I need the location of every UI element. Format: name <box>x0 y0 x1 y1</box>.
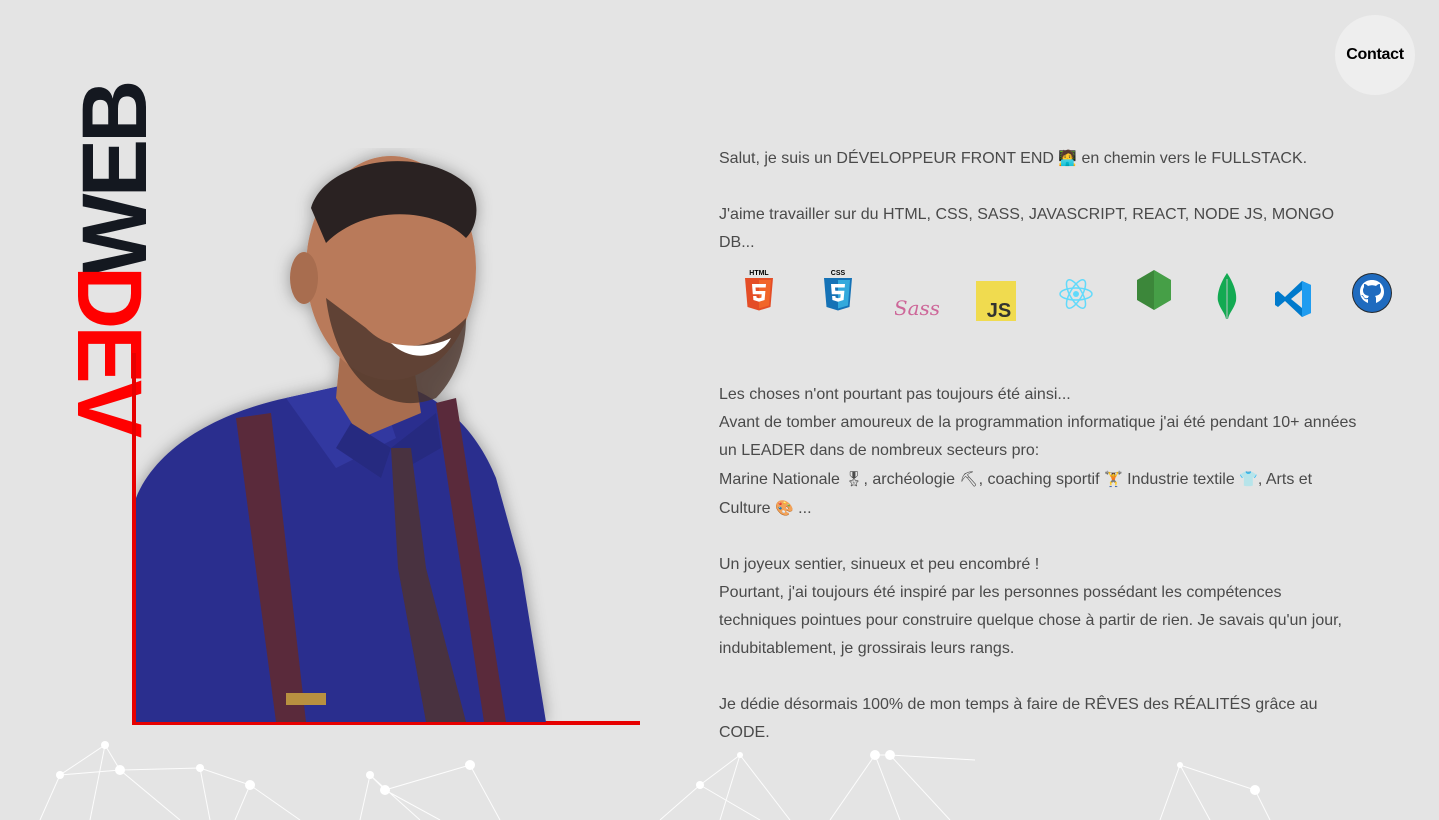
story-line-2: Avant de tomber amoureux de la programma… <box>719 414 1357 459</box>
html5-icon: HTML <box>743 269 775 311</box>
sector-coaching: , coaching sportif <box>978 471 1100 488</box>
tech-icons-row: HTML CSS Sass JS <box>719 263 1392 339</box>
sass-label: Sass <box>895 296 939 320</box>
about-text-block: Salut, je suis un DÉVELOPPEUR FRONT END … <box>719 144 1392 747</box>
medal-emoji-icon: 🎖 <box>844 470 864 488</box>
javascript-icon: JS <box>976 281 1016 321</box>
mongodb-icon <box>1215 273 1239 319</box>
developer-portrait <box>136 156 546 722</box>
intro-paragraph: Salut, je suis un DÉVELOPPEUR FRONT END … <box>719 144 1379 173</box>
shirt-emoji-icon: 👕 <box>1239 470 1258 488</box>
sass-icon: Sass <box>895 291 939 325</box>
path-line-1: Un joyeux sentier, sinueux et peu encomb… <box>719 556 1040 573</box>
intro-text-start: Salut, je suis un DÉVELOPPEUR FRONT END <box>719 150 1054 167</box>
intro-text-end: en chemin vers le FULLSTACK. <box>1081 150 1308 167</box>
developer-emoji-icon: 🧑‍💻 <box>1058 149 1078 167</box>
pick-emoji-icon: ⛏ <box>959 470 979 488</box>
sector-archeology: , archéologie <box>863 471 956 488</box>
html5-label: HTML <box>749 270 769 277</box>
palette-emoji-icon: 🎨 <box>775 499 794 517</box>
sector-marine: Marine Nationale <box>719 471 840 488</box>
stack-paragraph: J'aime travailler sur du HTML, CSS, SASS… <box>719 206 1335 251</box>
path-line-2: Pourtant, j'ai toujours été inspiré par … <box>719 584 1342 657</box>
closing-paragraph: Je dédie désormais 100% de mon temps à f… <box>719 696 1318 741</box>
weightlifter-emoji-icon: 🏋 <box>1103 470 1123 488</box>
nodejs-icon <box>1135 269 1173 311</box>
vscode-icon <box>1273 279 1313 319</box>
github-icon <box>1352 273 1392 313</box>
sector-ellipsis: ... <box>798 500 812 517</box>
sector-textile: Industrie textile <box>1127 471 1235 488</box>
css3-icon: CSS <box>822 269 854 311</box>
react-icon <box>1058 277 1094 311</box>
story-line-1: Les choses n'ont pourtant pas toujours é… <box>719 386 1071 403</box>
contact-button[interactable]: Contact <box>1335 15 1415 95</box>
css3-label: CSS <box>831 270 846 277</box>
story-line-3: Marine Nationale 🎖, archéologie ⛏, coach… <box>719 465 1339 523</box>
javascript-label: JS <box>987 300 1011 321</box>
